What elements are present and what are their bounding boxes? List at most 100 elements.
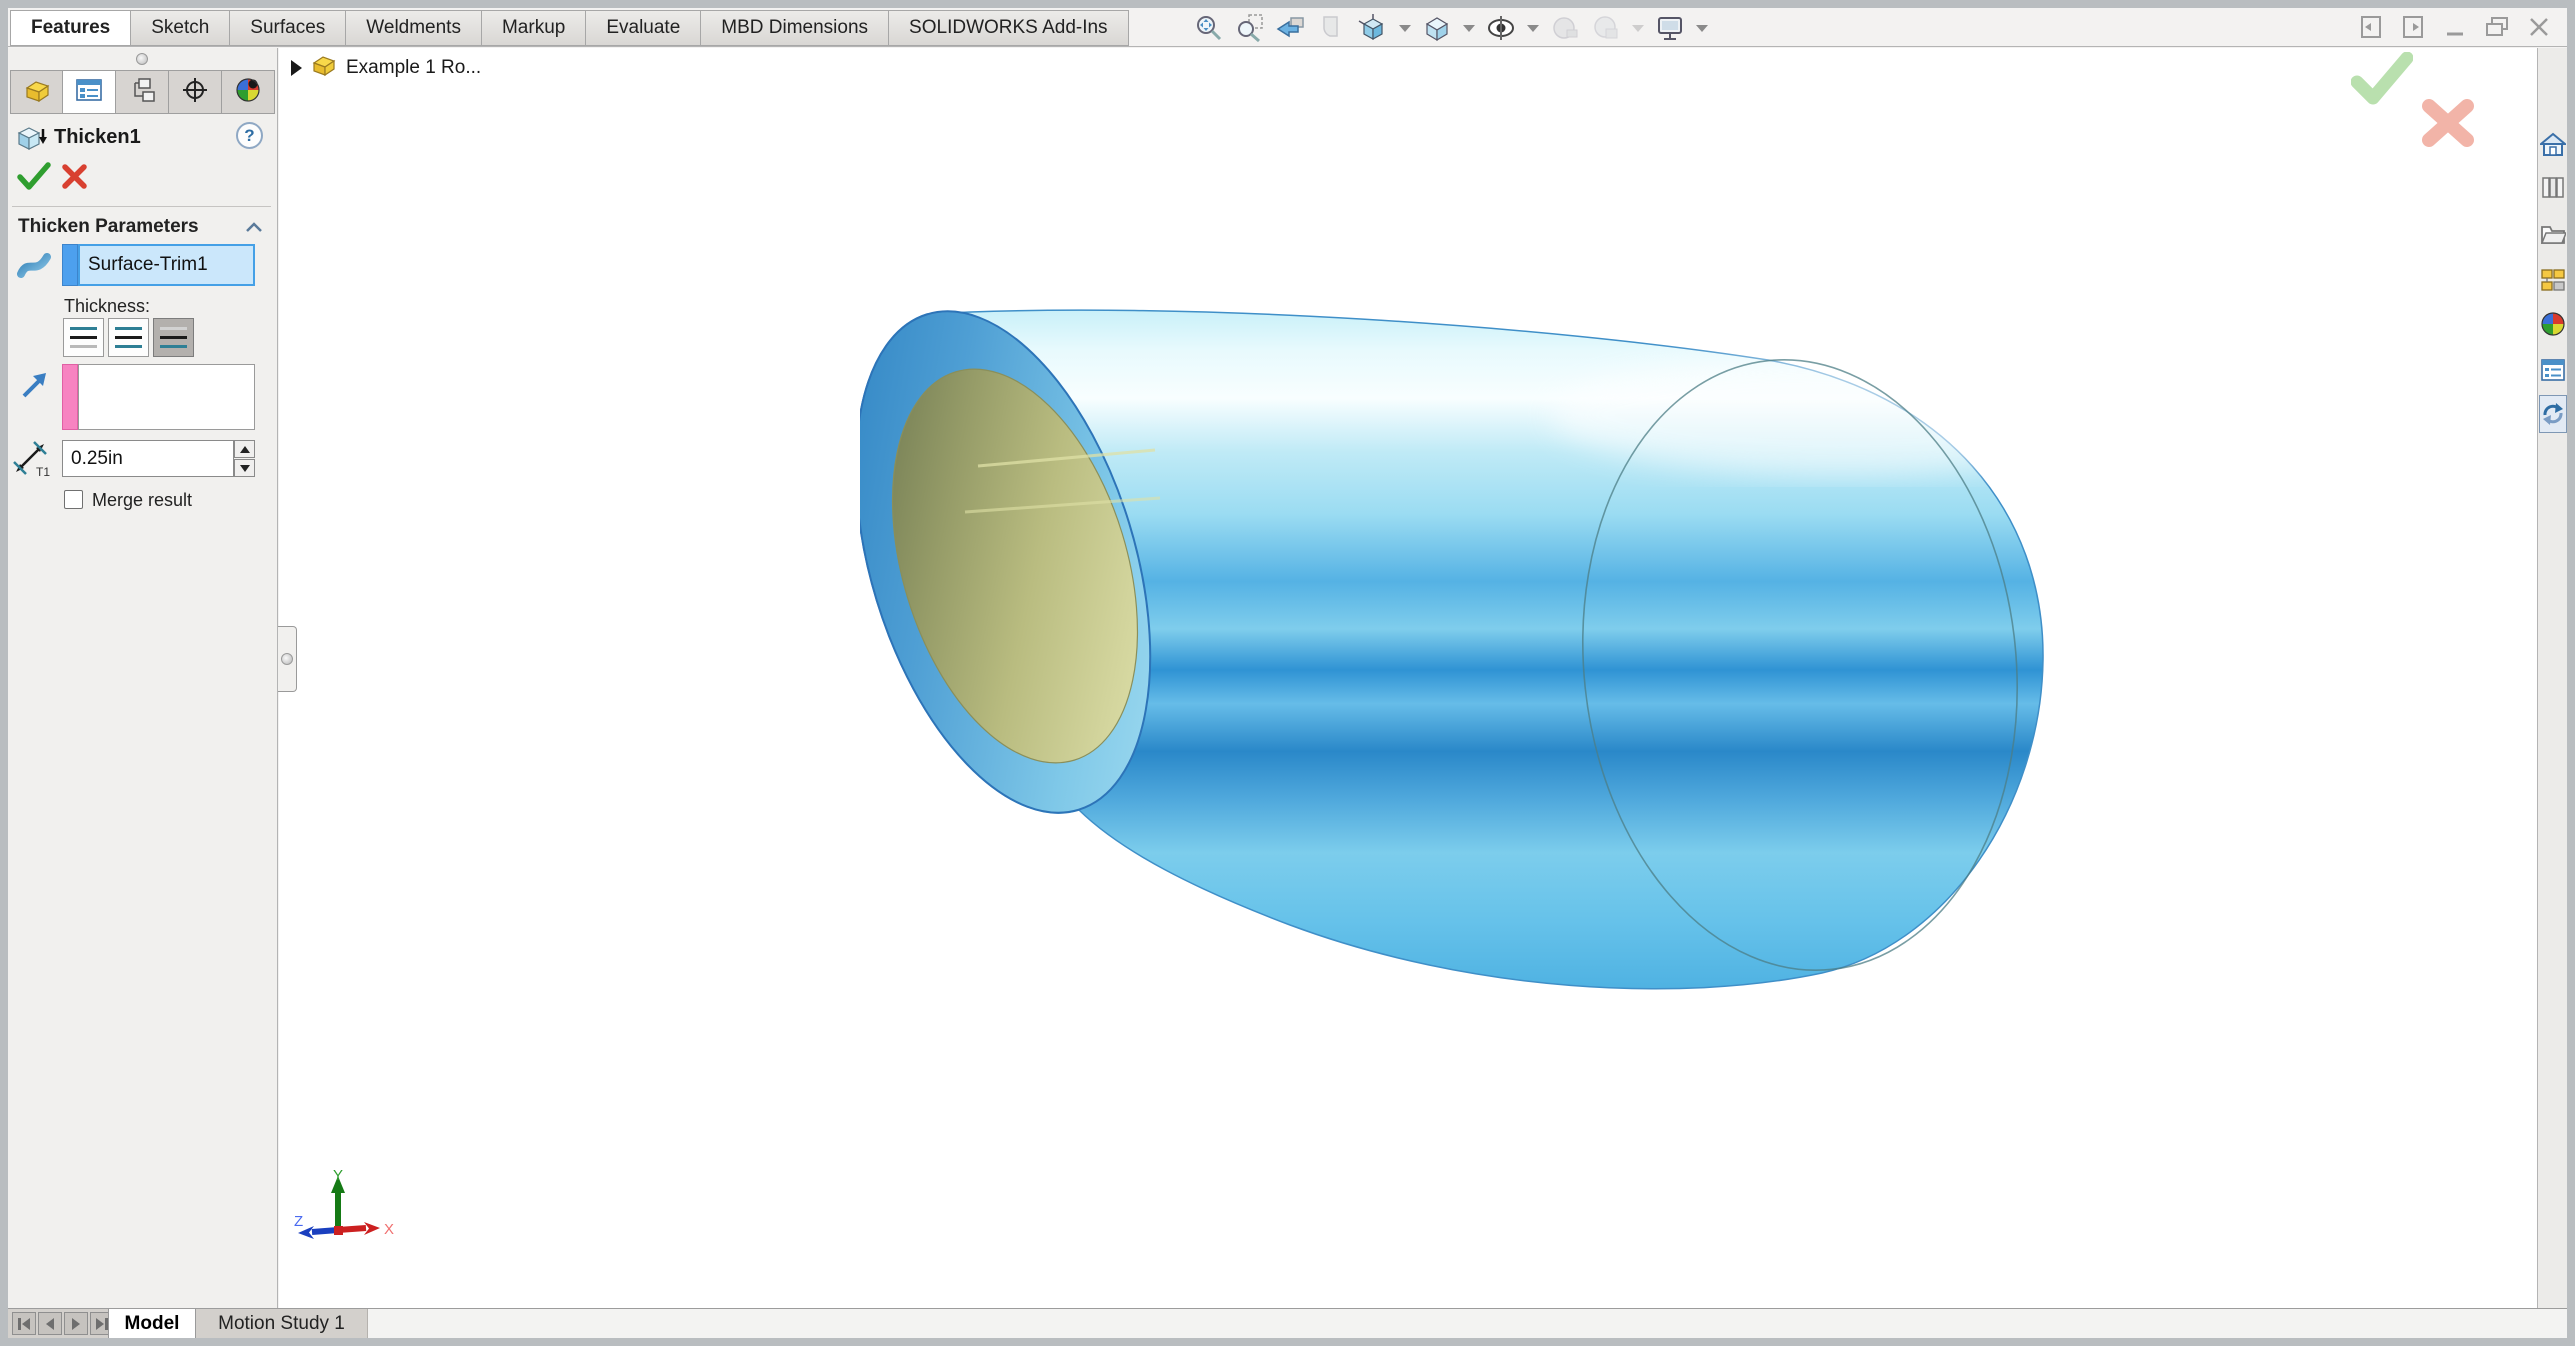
thicken-side1-button[interactable]	[63, 318, 104, 357]
tab-weldments-label: Weldments	[366, 17, 461, 39]
solidworks-window: Features Sketch Surfaces Weldments Marku…	[0, 0, 2575, 1346]
help-button[interactable]: ?	[236, 122, 263, 149]
tab-weldments[interactable]: Weldments	[346, 10, 482, 46]
thicken-parameters-group-header[interactable]: Thicken Parameters	[8, 214, 277, 240]
command-manager-tabs: Features Sketch Surfaces Weldments Marku…	[10, 10, 1129, 46]
section-view-icon[interactable]	[1316, 12, 1348, 44]
triad-x-label: X	[384, 1221, 394, 1238]
file-explorer-icon[interactable]	[2539, 215, 2567, 253]
model-tab[interactable]: Model	[108, 1309, 196, 1338]
display-style-icon[interactable]	[1421, 12, 1453, 44]
propertymanager-tab[interactable]	[63, 70, 116, 114]
spinner-down-icon[interactable]	[234, 459, 255, 477]
group-title: Thicken Parameters	[18, 216, 199, 238]
zoom-to-area-icon[interactable]	[1234, 12, 1266, 44]
zoom-to-fit-icon[interactable]	[1193, 12, 1225, 44]
motion-study-tab-label: Motion Study 1	[218, 1313, 345, 1335]
dimxpertmanager-tab[interactable]	[169, 70, 222, 114]
main-content: Thicken1 ? Thicken Parameters	[8, 48, 2567, 1308]
sheet-tab-strip: Model Motion Study 1	[8, 1309, 368, 1338]
surface-icon	[16, 248, 52, 289]
first-tab-icon[interactable]	[12, 1312, 36, 1335]
part-icon	[310, 52, 338, 83]
tab-features[interactable]: Features	[10, 10, 131, 46]
feature-title: Thicken1	[54, 126, 141, 149]
displaymanager-tab[interactable]	[222, 70, 275, 114]
tab-markup[interactable]: Markup	[482, 10, 586, 46]
panel-grip-handle[interactable]	[136, 53, 148, 65]
motion-study-tab[interactable]: Motion Study 1	[196, 1309, 368, 1338]
splitter-grip-icon	[281, 653, 293, 665]
status-bar: Model Motion Study 1	[8, 1308, 2567, 1338]
home-icon[interactable]	[2539, 126, 2567, 164]
ok-button[interactable]	[16, 160, 54, 197]
next-tab-icon[interactable]	[64, 1312, 88, 1335]
thicken-side2-button[interactable]	[153, 318, 194, 357]
close-icon[interactable]	[2525, 13, 2553, 41]
confirm-ok-overlay-icon[interactable]	[2351, 52, 2413, 113]
section-divider	[12, 206, 271, 207]
hide-show-dropdown-icon[interactable]	[1527, 25, 1539, 32]
model-tab-label: Model	[125, 1313, 180, 1335]
tab-sketch[interactable]: Sketch	[131, 10, 230, 46]
direction-selection-box[interactable]	[78, 364, 255, 430]
thickness-option-buttons	[63, 318, 194, 357]
appearances-icon[interactable]	[2539, 305, 2567, 343]
application-frame: Features Sketch Surfaces Weldments Marku…	[8, 8, 2567, 1338]
panel-tabs	[10, 70, 275, 114]
tab-evaluate[interactable]: Evaluate	[586, 10, 701, 46]
view-palette-icon[interactable]	[2539, 261, 2567, 299]
apply-scene-icon[interactable]	[1590, 12, 1622, 44]
view-settings-icon[interactable]	[1654, 12, 1686, 44]
previous-view-icon[interactable]	[1275, 12, 1307, 44]
flyout-feature-tree: Example 1 Ro...	[291, 52, 481, 83]
forum-refresh-icon[interactable]	[2539, 395, 2567, 433]
triad-z-label: Z	[294, 1213, 303, 1230]
previous-tab-icon[interactable]	[38, 1312, 62, 1335]
graphics-viewport[interactable]: Example 1 Ro...	[279, 48, 2537, 1308]
confirm-cancel-overlay-icon[interactable]	[2421, 98, 2475, 153]
displaymanager-icon	[233, 76, 263, 109]
minimize-icon[interactable]	[2441, 13, 2469, 41]
thicken-both-sides-button[interactable]	[108, 318, 149, 357]
panel-splitter-handle[interactable]	[278, 626, 297, 692]
design-library-icon[interactable]	[2539, 168, 2567, 206]
thickness-spinner	[234, 440, 255, 477]
collapse-right-icon[interactable]	[2399, 13, 2427, 41]
view-orientation-icon[interactable]	[1357, 12, 1389, 44]
task-pane-strip	[2537, 48, 2567, 1308]
restore-icon[interactable]	[2483, 13, 2511, 41]
display-style-dropdown-icon[interactable]	[1463, 25, 1475, 32]
view-settings-dropdown-icon[interactable]	[1696, 25, 1708, 32]
tab-solidworks-addins[interactable]: SOLIDWORKS Add-Ins	[889, 10, 1129, 46]
apply-scene-dropdown-icon[interactable]	[1632, 25, 1644, 32]
hide-show-items-icon[interactable]	[1485, 12, 1517, 44]
custom-properties-icon[interactable]	[2539, 351, 2567, 389]
tab-sketch-label: Sketch	[151, 17, 209, 39]
tab-surfaces[interactable]: Surfaces	[230, 10, 346, 46]
window-controls	[2357, 13, 2553, 41]
edit-appearance-icon[interactable]	[1549, 12, 1581, 44]
document-name[interactable]: Example 1 Ro...	[346, 57, 481, 79]
tab-solidworks-addins-label: SOLIDWORKS Add-Ins	[909, 17, 1108, 39]
featuremanager-tree-tab[interactable]	[10, 70, 63, 114]
spinner-up-icon[interactable]	[234, 440, 255, 458]
collapse-chevron-icon[interactable]	[246, 222, 260, 231]
property-manager-header: Thicken1 ?	[8, 120, 277, 156]
dimxpertmanager-icon	[180, 76, 210, 109]
merge-result-checkbox[interactable]	[64, 490, 83, 509]
headsup-view-toolbar	[1193, 11, 1709, 45]
direction-color-bar	[62, 364, 78, 430]
cancel-button[interactable]	[60, 162, 90, 197]
flyout-expand-icon[interactable]	[291, 60, 302, 76]
thickness-value-input[interactable]	[62, 440, 234, 477]
model-3d[interactable]	[860, 300, 2060, 1005]
configurationmanager-tab[interactable]	[116, 70, 169, 114]
surface-selection-field[interactable]	[78, 244, 255, 286]
configurationmanager-icon	[127, 76, 157, 109]
collapse-left-icon[interactable]	[2357, 13, 2385, 41]
selection-color-bar	[62, 244, 78, 286]
view-orientation-dropdown-icon[interactable]	[1399, 25, 1411, 32]
property-manager-panel: Thicken1 ? Thicken Parameters	[8, 48, 278, 1308]
tab-mbd-dimensions[interactable]: MBD Dimensions	[701, 10, 889, 46]
